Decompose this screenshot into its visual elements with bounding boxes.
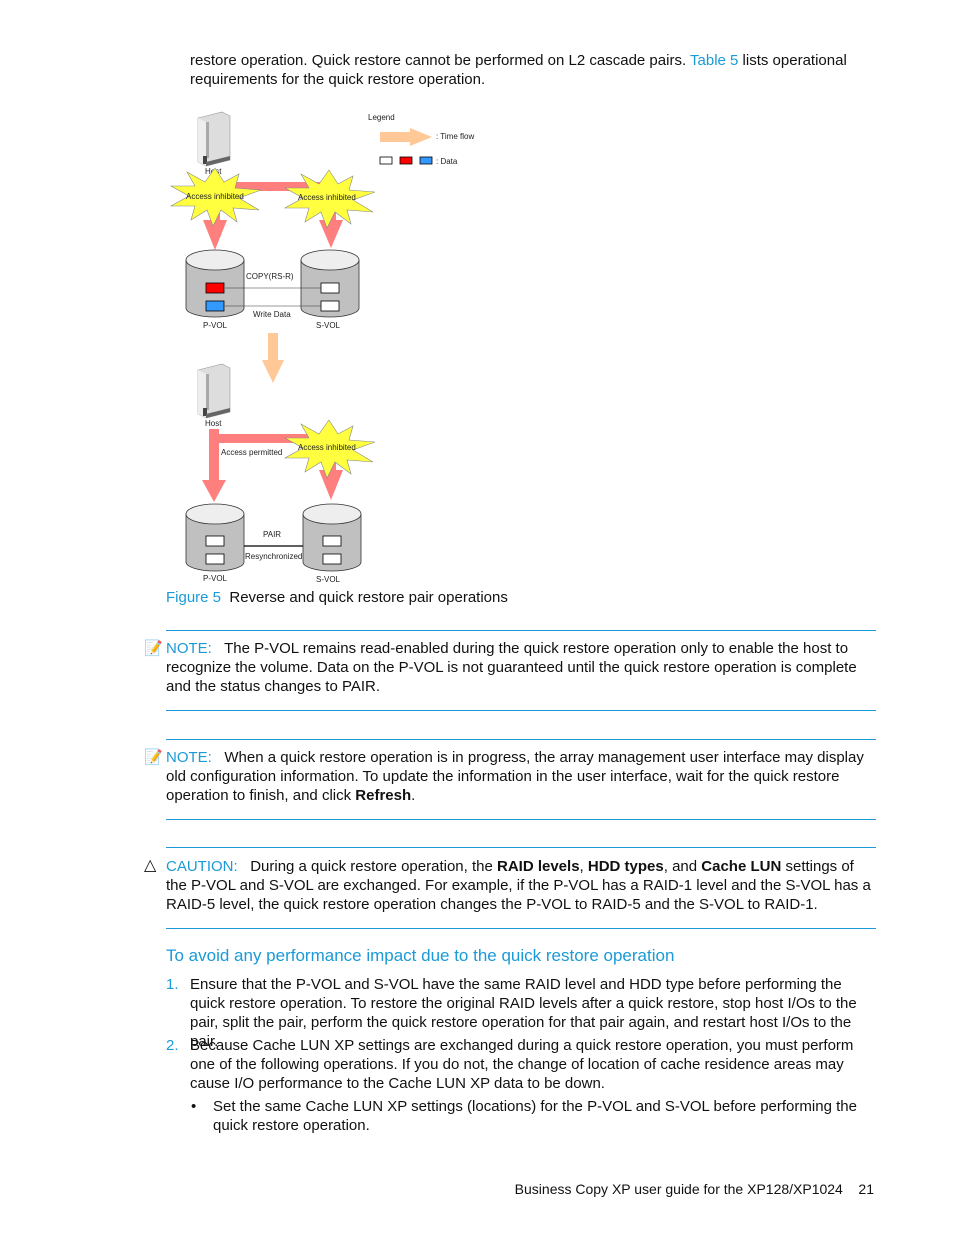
step-number: 1. bbox=[166, 976, 179, 993]
footer-title: Business Copy XP user guide for the XP12… bbox=[515, 1180, 874, 1199]
pvol-label: P-VOL bbox=[203, 574, 228, 583]
page-number: 21 bbox=[858, 1181, 874, 1197]
divider bbox=[166, 819, 876, 820]
write-data-label: Write Data bbox=[253, 310, 291, 319]
caution-label: CAUTION: bbox=[166, 858, 238, 875]
caution-bold: Cache LUN bbox=[701, 858, 782, 875]
divider bbox=[166, 928, 876, 929]
legend-blue-box bbox=[419, 156, 433, 165]
access-inhibited-label: Access inhibited bbox=[298, 193, 356, 202]
caution-text: , bbox=[579, 858, 588, 875]
note-label: NOTE: bbox=[166, 749, 212, 766]
time-flow-arrow-icon bbox=[262, 333, 284, 383]
svol-label: S-VOL bbox=[316, 321, 341, 330]
legend-white-box bbox=[379, 156, 393, 165]
note-2: NOTE: When a quick restore operation is … bbox=[166, 748, 874, 805]
note-1: NOTE: The P-VOL remains read-enabled dur… bbox=[166, 639, 874, 696]
figure-caption-text: Reverse and quick restore pair operation… bbox=[229, 589, 508, 606]
note-text-end: . bbox=[411, 787, 416, 804]
figure-diagram: Legend : Time flow : Data Host Access in… bbox=[170, 111, 474, 584]
host-icon bbox=[197, 111, 231, 167]
host-label: Host bbox=[205, 419, 222, 428]
legend-title: Legend bbox=[368, 113, 395, 122]
resync-label: Resynchronized bbox=[245, 552, 302, 561]
document-page: restore operation. Quick restore cannot … bbox=[0, 0, 954, 1235]
divider bbox=[166, 630, 876, 631]
caution-triangle-icon: △ bbox=[144, 857, 157, 874]
pair-label: PAIR bbox=[263, 530, 281, 539]
access-inhibited-label: Access inhibited bbox=[298, 443, 356, 452]
svol-label: S-VOL bbox=[316, 575, 341, 584]
figure-label: Figure 5 bbox=[166, 589, 222, 606]
caution: CAUTION: During a quick restore operatio… bbox=[166, 857, 874, 914]
caution-bold: HDD types bbox=[587, 858, 664, 875]
legend-red-box bbox=[399, 156, 413, 165]
refresh-term: Refresh bbox=[355, 787, 412, 804]
step-number: 2. bbox=[166, 1037, 179, 1054]
note-text: The P-VOL remains read-enabled during th… bbox=[166, 640, 857, 695]
bullet-item: Set the same Cache LUN XP settings (loca… bbox=[213, 1098, 857, 1134]
access-inhibited-label: Access inhibited bbox=[186, 192, 244, 201]
copy-label: COPY(RS-R) bbox=[246, 272, 294, 281]
figure-caption: Figure 5 Reverse and quick restore pair … bbox=[166, 588, 508, 607]
divider bbox=[166, 847, 876, 848]
bullet-icon: • bbox=[191, 1098, 197, 1115]
note-label: NOTE: bbox=[166, 640, 212, 657]
caution-text: , and bbox=[663, 858, 702, 875]
divider bbox=[166, 739, 876, 740]
access-permitted-label: Access permitted bbox=[221, 448, 282, 457]
time-flow-arrow-icon bbox=[380, 128, 432, 146]
note-icon: 📝 bbox=[144, 749, 163, 766]
section-heading: To avoid any performance impact due to t… bbox=[166, 946, 675, 965]
legend-data: : Data bbox=[436, 157, 458, 166]
footer-text: Business Copy XP user guide for the XP12… bbox=[514, 1181, 843, 1197]
host-icon bbox=[197, 363, 231, 419]
step-2: Because Cache LUN XP settings are exchan… bbox=[190, 1037, 854, 1092]
pvol-label: P-VOL bbox=[203, 321, 228, 330]
note-text: When a quick restore operation is in pro… bbox=[166, 749, 864, 804]
caution-text: During a quick restore operation, the bbox=[250, 858, 497, 875]
legend-time-flow: : Time flow bbox=[436, 132, 474, 141]
divider bbox=[166, 710, 876, 711]
caution-bold: RAID levels bbox=[497, 858, 580, 875]
note-icon: 📝 bbox=[144, 640, 163, 657]
